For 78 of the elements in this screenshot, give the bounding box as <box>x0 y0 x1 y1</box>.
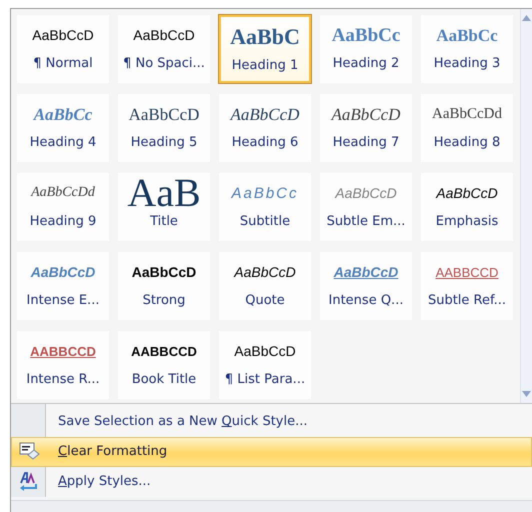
style-tile[interactable]: AaB Title <box>118 173 210 241</box>
style-tile[interactable]: AaBbCcD Quote <box>219 252 311 320</box>
style-preview: AaBbCcD <box>30 263 96 282</box>
style-tile[interactable]: AaBbCc Subtitle <box>219 173 311 241</box>
style-preview: AaBbCcD <box>128 104 200 126</box>
menu-item[interactable]: Apply Styles... <box>11 467 532 497</box>
style-tile[interactable]: AaBbCcD Subtle Em... <box>320 173 412 241</box>
style-tile[interactable]: AaBbC Heading 1 <box>219 15 311 83</box>
style-tile[interactable]: AaBbCcD ¶ No Spaci... <box>118 15 210 83</box>
style-name: ¶ Normal <box>33 57 93 70</box>
style-tile[interactable]: AaBbCcDd Heading 9 <box>17 173 109 241</box>
style-preview: AaBbCcD <box>335 184 397 203</box>
style-preview: AaBbCcDd <box>31 184 95 202</box>
style-name: Strong <box>142 294 186 307</box>
style-tile[interactable]: AABBCCD Subtle Ref... <box>421 252 513 320</box>
style-preview: AaBbCc <box>332 24 400 48</box>
style-preview: AaBbCcD <box>334 263 398 282</box>
style-name: Intense E... <box>26 294 100 307</box>
style-preview: AaBbCcD <box>230 104 300 126</box>
style-preview: AaBbCc <box>34 104 92 126</box>
style-preview: AaBbCcD <box>234 342 296 361</box>
style-preview: AaBbCc <box>436 24 498 46</box>
style-tile[interactable]: AaBbCcD Heading 6 <box>219 94 311 162</box>
styles-icon <box>18 472 40 492</box>
style-name: Heading 4 <box>30 136 96 149</box>
style-tile[interactable]: AaBbCcD ¶ Normal <box>17 15 109 83</box>
style-name: Heading 1 <box>232 59 298 72</box>
style-tile[interactable]: AaBbCcD ¶ List Para... <box>219 331 311 399</box>
style-name: Heading 3 <box>434 57 500 70</box>
style-name: Subtitle <box>240 215 290 228</box>
resize-grip[interactable] <box>11 500 532 512</box>
style-preview: AaBbCcD <box>32 26 94 45</box>
style-name: Book Title <box>132 373 196 386</box>
style-tile[interactable]: AaBbCcD Emphasis <box>421 173 513 241</box>
style-name: Heading 6 <box>232 136 298 149</box>
style-name: Emphasis <box>436 215 498 228</box>
style-tile[interactable]: AaBbCcD Heading 5 <box>118 94 210 162</box>
style-name: ¶ List Para... <box>224 373 306 386</box>
style-name: Subtle Em... <box>326 215 406 228</box>
style-preview: AaBbCcD <box>332 104 400 126</box>
style-tile[interactable]: AaBbCc Heading 4 <box>17 94 109 162</box>
style-preview: AABBCCD <box>30 342 96 360</box>
style-name: ¶ No Spaci... <box>123 57 205 70</box>
style-tile[interactable]: AaBbCcD Intense E... <box>17 252 109 320</box>
menu-item[interactable]: Clear Formatting <box>11 437 532 467</box>
style-tile[interactable]: AABBCCD Intense R... <box>17 331 109 399</box>
style-preview: AABBCCD <box>436 264 498 282</box>
style-preview: AABBCCD <box>131 342 197 360</box>
style-name: Heading 5 <box>130 136 198 149</box>
style-tile[interactable]: AaBbCcD Strong <box>118 252 210 320</box>
style-tile[interactable]: AaBbCcDd Heading 8 <box>421 94 513 162</box>
scroll-down-icon[interactable] <box>522 391 531 397</box>
style-name: Intense Q... <box>328 294 404 307</box>
style-name: Subtle Ref... <box>428 294 506 307</box>
scrollbar[interactable] <box>520 9 532 403</box>
style-name: Heading 9 <box>30 215 96 228</box>
style-name: Heading 8 <box>434 136 500 149</box>
style-preview: AaBbCc <box>231 184 299 204</box>
style-preview: AaB <box>127 173 201 213</box>
style-tile[interactable]: AaBbCc Heading 3 <box>421 15 513 83</box>
scroll-up-icon[interactable] <box>522 15 531 21</box>
style-preview: AaBbCcD <box>132 263 196 282</box>
style-tile[interactable]: AaBbCc Heading 2 <box>320 15 412 83</box>
eraser-icon <box>18 442 40 462</box>
style-tile[interactable]: AABBCCD Book Title <box>118 331 210 399</box>
style-name: Heading 7 <box>332 136 400 149</box>
style-tile[interactable]: AaBbCcD Intense Q... <box>320 252 412 320</box>
style-name: Heading 2 <box>332 57 400 70</box>
style-preview: AaBbC <box>230 23 300 51</box>
style-preview: AaBbCcD <box>234 263 296 282</box>
style-preview: AaBbCcDd <box>432 104 502 124</box>
style-tile[interactable]: AaBbCcD Heading 7 <box>320 94 412 162</box>
style-preview: AaBbCcD <box>436 184 498 203</box>
style-name: Quote <box>245 294 285 307</box>
style-name: Title <box>150 215 178 228</box>
menu-item[interactable]: Save Selection as a New Quick Style... <box>11 407 532 437</box>
style-preview: AaBbCcD <box>133 26 195 45</box>
style-name: Intense R... <box>26 373 100 386</box>
